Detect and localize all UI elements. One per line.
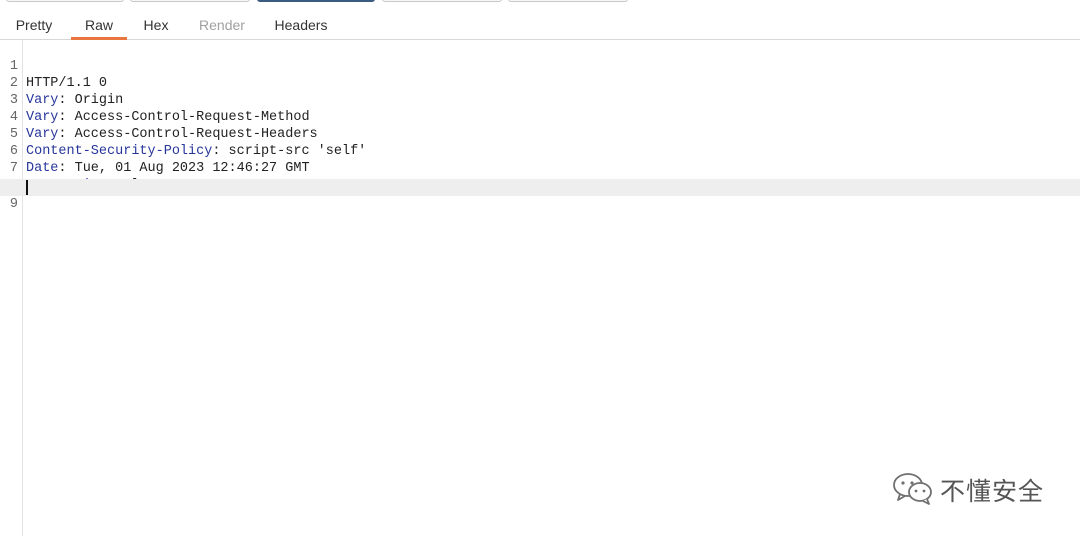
raw-response-editor[interactable]: 1 HTTP/1.1 0 2 Vary: Origin 3 Vary: Acce…: [0, 40, 1080, 536]
editor-line: 5 Content-Security-Policy: script-src 's…: [0, 109, 1080, 159]
tab-hex[interactable]: Hex: [139, 10, 173, 39]
line-number: 9: [9, 197, 18, 212]
editor-line: 3 Vary: Access-Control-Request-Method: [0, 75, 1080, 125]
watermark: 不懂安全: [892, 470, 1044, 510]
toolbar-button-1[interactable]: [6, 0, 124, 2]
editor-line: 1 HTTP/1.1 0: [0, 41, 1080, 91]
watermark-text: 不懂安全: [940, 477, 1045, 506]
toolbar-button-3[interactable]: [257, 0, 375, 2]
tab-headers[interactable]: Headers: [272, 10, 330, 39]
editor-line: 4 Vary: Access-Control-Request-Headers: [0, 92, 1080, 142]
tab-raw[interactable]: Raw: [71, 10, 127, 40]
wechat-icon: [892, 471, 934, 510]
current-editor-line: 9: [0, 179, 1080, 212]
editor-line: 2 Vary: Origin: [0, 58, 1080, 108]
toolbar-button-2[interactable]: [130, 0, 250, 2]
editor-line: 7 Connection: close: [0, 143, 1080, 193]
response-view-tabs: Pretty Raw Hex Render Headers: [0, 10, 1080, 40]
editor-line: 8: [0, 160, 1080, 193]
toolbar-button-4[interactable]: [382, 0, 502, 2]
editor-line: 6 Date: Tue, 01 Aug 2023 12:46:27 GMT: [0, 126, 1080, 176]
tab-render[interactable]: Render: [196, 10, 248, 39]
toolbar-button-5[interactable]: [508, 0, 628, 2]
text-cursor: [26, 180, 28, 195]
tab-pretty[interactable]: Pretty: [12, 10, 56, 39]
top-button-strip: [0, 0, 1080, 8]
